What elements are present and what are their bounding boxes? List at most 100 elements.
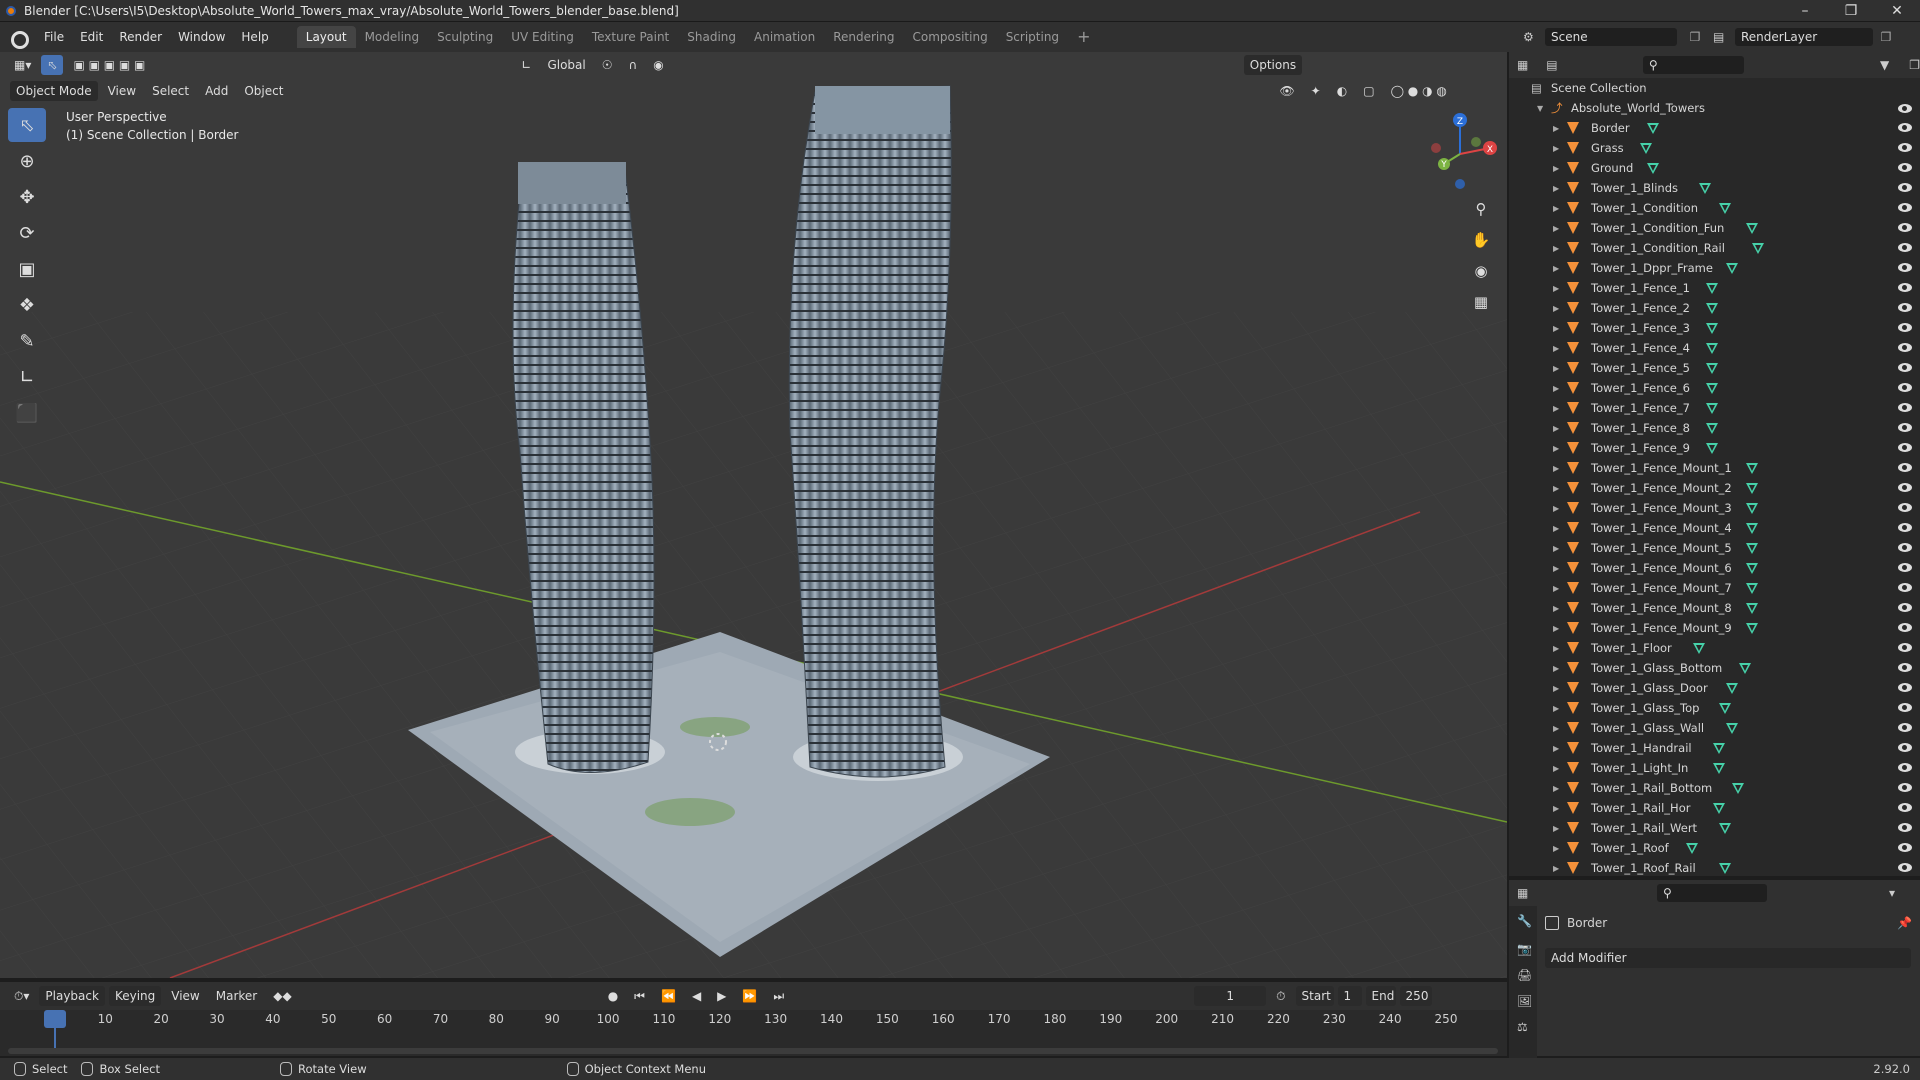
expand-arrow-icon[interactable]: ▶ — [1553, 864, 1559, 873]
mesh-data-icon[interactable] — [1745, 463, 1758, 474]
outliner-item[interactable]: ▶ Tower_1_Condition_Rail — [1509, 238, 1920, 258]
mesh-data-icon[interactable] — [1725, 683, 1738, 694]
mesh-data-icon[interactable] — [1712, 763, 1725, 774]
expand-arrow-icon[interactable]: ▶ — [1553, 804, 1559, 813]
playhead-marker[interactable] — [44, 1010, 66, 1028]
mesh-data-icon[interactable] — [1745, 223, 1758, 234]
visibility-eye-icon[interactable] — [1898, 583, 1912, 592]
transform-tool-icon[interactable]: ❖ — [8, 288, 46, 322]
display-mode-icon[interactable]: ▤ — [1546, 58, 1583, 72]
mesh-data-icon[interactable] — [1706, 343, 1718, 354]
playback-menu[interactable]: Playback — [39, 986, 105, 1006]
scene-field[interactable]: Scene — [1545, 28, 1677, 46]
outliner-item[interactable]: ▶ Tower_1_Fence_4 — [1509, 338, 1920, 358]
mesh-data-icon[interactable] — [1712, 803, 1725, 814]
orientation-dropdown[interactable]: Global — [541, 55, 591, 75]
play-reverse-icon[interactable]: ◀ — [686, 986, 707, 1006]
outliner-item[interactable]: ▶ Tower_1_Fence_Mount_7 — [1509, 578, 1920, 598]
outliner-item[interactable]: ▶ Grass — [1509, 138, 1920, 158]
visibility-eye-icon[interactable] — [1898, 763, 1912, 772]
proportional-edit-icon[interactable]: ◉ — [647, 55, 669, 75]
outliner-item[interactable]: ▶ Tower_1_Fence_Mount_1 — [1509, 458, 1920, 478]
outliner-item[interactable]: ▶ Tower_1_Fence_2 — [1509, 298, 1920, 318]
outliner-item[interactable]: ▶ Tower_1_Fence_Mount_3 — [1509, 498, 1920, 518]
move-tool-icon[interactable]: ✥ — [8, 180, 46, 214]
visibility-eye-icon[interactable] — [1898, 343, 1912, 352]
visibility-eye-icon[interactable] — [1898, 783, 1912, 792]
outliner-item[interactable]: ▶ Tower_1_Glass_Bottom — [1509, 658, 1920, 678]
tab-rendering[interactable]: Rendering — [824, 26, 903, 48]
visibility-eye-icon[interactable] — [1898, 543, 1912, 552]
expand-arrow-icon[interactable]: ▶ — [1553, 664, 1559, 673]
mesh-data-icon[interactable] — [1745, 563, 1758, 574]
expand-arrow-icon[interactable]: ▶ — [1553, 124, 1559, 133]
visibility-eye-icon[interactable] — [1898, 503, 1912, 512]
current-frame-field[interactable]: 1 — [1194, 986, 1267, 1006]
select-box-tool-icon[interactable]: ⬁ — [8, 108, 46, 142]
viewport-menu-select[interactable]: Select — [146, 81, 195, 101]
preview-range-icon[interactable]: ⏱ — [1270, 986, 1291, 1006]
outliner-item[interactable]: ▶ Tower_1_Roof — [1509, 838, 1920, 858]
expand-arrow-icon[interactable]: ▶ — [1553, 644, 1559, 653]
mesh-data-icon[interactable] — [1719, 823, 1732, 834]
mesh-data-icon[interactable] — [1739, 663, 1751, 674]
tab-scripting[interactable]: Scripting — [997, 26, 1068, 48]
menu-file[interactable]: File — [36, 26, 72, 48]
expand-arrow-icon[interactable]: ▶ — [1553, 604, 1559, 613]
tool-tab-icon[interactable]: 🔧 — [1509, 906, 1537, 936]
mesh-data-icon[interactable] — [1699, 183, 1712, 194]
tab-texture-paint[interactable]: Texture Paint — [583, 26, 678, 48]
expand-arrow-icon[interactable]: ▶ — [1553, 844, 1559, 853]
expand-arrow-icon[interactable]: ▶ — [1553, 784, 1559, 793]
cursor-tool-icon[interactable]: ⊕ — [8, 144, 46, 178]
expand-arrow-icon[interactable]: ▶ — [1553, 824, 1559, 833]
outliner-item[interactable]: ▶ Tower_1_Roof_Rail — [1509, 858, 1920, 878]
outliner-item[interactable]: ▶ Tower_1_Glass_Wall — [1509, 718, 1920, 738]
visibility-eye-icon[interactable] — [1898, 403, 1912, 412]
navigation-gizmo[interactable]: Z X Y — [1414, 108, 1506, 200]
mesh-data-icon[interactable] — [1706, 323, 1718, 334]
outliner-item[interactable]: ▶ Tower_1_Handrail — [1509, 738, 1920, 758]
visibility-eye-icon[interactable] — [1898, 383, 1912, 392]
properties-search-input[interactable]: ⚲ — [1657, 884, 1767, 902]
mesh-data-icon[interactable] — [1745, 483, 1758, 494]
visibility-eye-icon[interactable] — [1898, 123, 1912, 132]
expand-arrow-icon[interactable]: ▶ — [1553, 324, 1559, 333]
expand-arrow-icon[interactable]: ▶ — [1553, 724, 1559, 733]
jump-next-key-icon[interactable]: ⏩ — [736, 986, 763, 1006]
menu-window[interactable]: Window — [170, 26, 233, 48]
play-icon[interactable]: ▶ — [711, 986, 732, 1006]
visibility-eye-icon[interactable] — [1898, 843, 1912, 852]
visibility-eye-icon[interactable] — [1898, 203, 1912, 212]
mesh-data-icon[interactable] — [1706, 383, 1718, 394]
jump-prev-key-icon[interactable]: ⏪ — [655, 986, 682, 1006]
outliner-search-input[interactable]: ⚲ — [1642, 56, 1744, 74]
tab-shading[interactable]: Shading — [678, 26, 745, 48]
outliner-item[interactable]: ▶ Tower_1_Fence_Mount_4 — [1509, 518, 1920, 538]
expand-arrow-icon[interactable]: ▶ — [1553, 264, 1559, 273]
outliner-item[interactable]: ▶ Tower_1_Glass_Top — [1509, 698, 1920, 718]
visibility-eye-icon[interactable] — [1898, 443, 1912, 452]
outliner-item[interactable]: ▶ Tower_1_Rail_Wert — [1509, 818, 1920, 838]
outliner-item[interactable]: ▶ Tower_1_Fence_Mount_9 — [1509, 618, 1920, 638]
outliner-item[interactable]: ▶ Tower_1_Fence_7 — [1509, 398, 1920, 418]
outliner-item[interactable]: ▶ Tower_1_Fence_5 — [1509, 358, 1920, 378]
expand-arrow-icon[interactable]: ▶ — [1553, 304, 1559, 313]
visibility-icon[interactable]: 👁 — [1273, 81, 1300, 101]
mesh-data-icon[interactable] — [1719, 863, 1732, 874]
visibility-eye-icon[interactable] — [1898, 183, 1912, 192]
expand-arrow-icon[interactable]: ▶ — [1553, 424, 1559, 433]
outliner-item[interactable]: ▶ Tower_1_Fence_Mount_5 — [1509, 538, 1920, 558]
mesh-data-icon[interactable] — [1646, 163, 1659, 174]
tab-layout[interactable]: Layout — [296, 26, 356, 48]
visibility-eye-icon[interactable] — [1898, 823, 1912, 832]
scale-tool-icon[interactable]: ▣ — [8, 252, 46, 286]
visibility-eye-icon[interactable] — [1898, 223, 1912, 232]
xray-icon[interactable]: ▢ — [1357, 81, 1380, 101]
tab-modeling[interactable]: Modeling — [356, 26, 429, 48]
collapse-arrow-icon[interactable]: ▼ — [1537, 104, 1543, 113]
outliner-item[interactable]: ▶ Tower_1_Blinds — [1509, 178, 1920, 198]
expand-arrow-icon[interactable]: ▶ — [1553, 764, 1559, 773]
pin-icon[interactable]: 📌 — [1897, 916, 1912, 930]
visibility-eye-icon[interactable] — [1898, 463, 1912, 472]
